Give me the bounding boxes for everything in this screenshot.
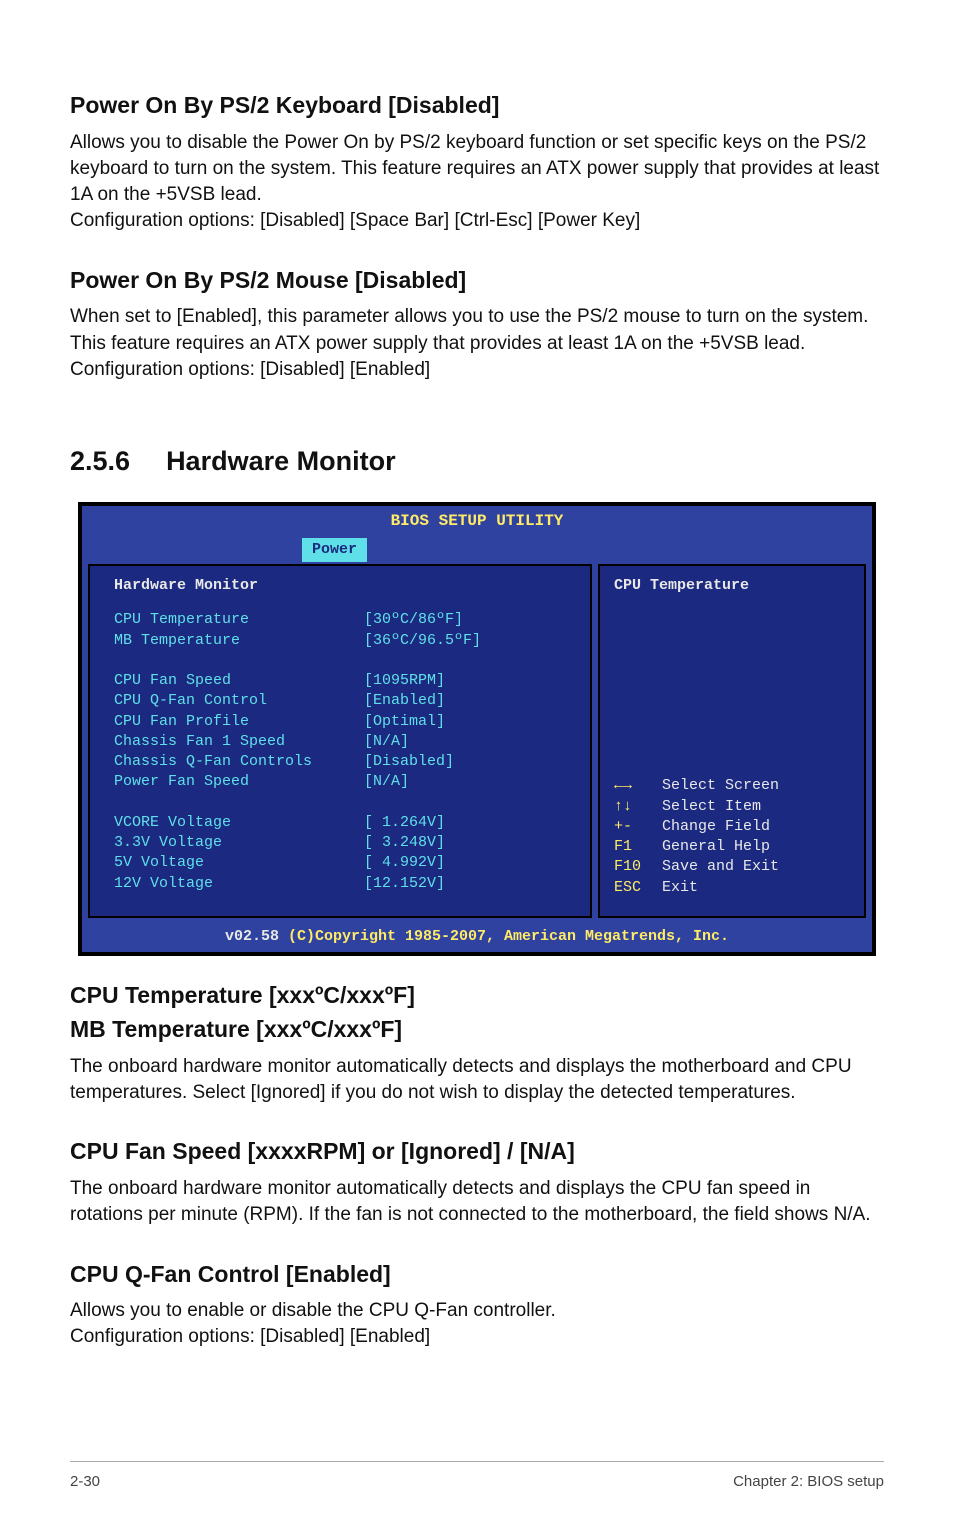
bios-row[interactable]: 5V Voltage[ 4.992V]: [114, 853, 572, 873]
bios-row-value: [ 3.248V]: [364, 833, 445, 853]
bios-row-label: Chassis Q-Fan Controls: [114, 752, 364, 772]
bios-row-label: CPU Q-Fan Control: [114, 691, 364, 711]
bios-row[interactable]: CPU Fan Speed[1095RPM]: [114, 671, 572, 691]
bios-help-key: ←→: [614, 776, 662, 796]
heading-mb-temp: MB Temperature [xxxºC/xxxºF]: [70, 1014, 884, 1046]
bios-row[interactable]: VCORE Voltage[ 1.264V]: [114, 813, 572, 833]
bios-row-value: [N/A]: [364, 732, 409, 752]
para-temperatures: The onboard hardware monitor automatical…: [70, 1054, 884, 1106]
bios-left-panel: Hardware Monitor CPU Temperature[30ºC/86…: [88, 564, 592, 918]
bios-footer-version: v02.58: [225, 928, 288, 945]
bios-help-line: +-Change Field: [614, 817, 854, 837]
bios-row-value: [36ºC/96.5ºF]: [364, 631, 481, 651]
bios-row[interactable]: 3.3V Voltage[ 3.248V]: [114, 833, 572, 853]
bios-help-label: Exit: [662, 878, 698, 898]
bios-help-label: Select Item: [662, 797, 761, 817]
bios-help-label: Save and Exit: [662, 857, 779, 877]
bios-help-key: ↑↓: [614, 797, 662, 817]
bios-row-value: [Enabled]: [364, 691, 445, 711]
heading-cpu-fan-speed: CPU Fan Speed [xxxxRPM] or [Ignored] / […: [70, 1136, 884, 1168]
bios-right-panel: CPU Temperature ←→Select Screen↑↓Select …: [598, 564, 866, 918]
bios-row[interactable]: 12V Voltage[12.152V]: [114, 874, 572, 894]
bios-row-label: 5V Voltage: [114, 853, 364, 873]
bios-row-label: CPU Fan Speed: [114, 671, 364, 691]
bios-row[interactable]: CPU Q-Fan Control[Enabled]: [114, 691, 572, 711]
bios-row-value: [Optimal]: [364, 712, 445, 732]
bios-help-label: General Help: [662, 837, 770, 857]
section-title: Hardware Monitor: [166, 443, 396, 480]
para-cpu-fan-speed: The onboard hardware monitor automatical…: [70, 1176, 884, 1228]
bios-row-label: CPU Fan Profile: [114, 712, 364, 732]
bios-rows: CPU Temperature[30ºC/86ºF]MB Temperature…: [114, 610, 572, 894]
bios-row[interactable]: CPU Fan Profile[Optimal]: [114, 712, 572, 732]
para-cpu-qfan: Allows you to enable or disable the CPU …: [70, 1298, 884, 1350]
heading-power-on-mouse: Power On By PS/2 Mouse [Disabled]: [70, 265, 884, 297]
heading-cpu-temp: CPU Temperature [xxxºC/xxxºF]: [70, 980, 884, 1012]
bios-help-label: Select Screen: [662, 776, 779, 796]
page-number: 2-30: [70, 1472, 100, 1493]
bios-footer: v02.58 (C)Copyright 1985-2007, American …: [82, 924, 872, 953]
bios-row-value: [30ºC/86ºF]: [364, 610, 463, 630]
bios-row-label: Chassis Fan 1 Speed: [114, 732, 364, 752]
bios-tab-bar: Power: [82, 535, 872, 564]
bios-row-label: MB Temperature: [114, 631, 364, 651]
bios-tab-power[interactable]: Power: [302, 538, 367, 562]
bios-row: [114, 651, 572, 671]
bios-help-key: ESC: [614, 878, 662, 898]
bios-help-key: F1: [614, 837, 662, 857]
bios-row[interactable]: Chassis Fan 1 Speed[N/A]: [114, 732, 572, 752]
bios-row-label: Power Fan Speed: [114, 772, 364, 792]
bios-row[interactable]: Power Fan Speed[N/A]: [114, 772, 572, 792]
bios-row-label: CPU Temperature: [114, 610, 364, 630]
bios-help-line: F1General Help: [614, 837, 854, 857]
bios-help-label: Change Field: [662, 817, 770, 837]
bios-row-value: [ 1.264V]: [364, 813, 445, 833]
bios-row: [114, 793, 572, 813]
bios-row[interactable]: CPU Temperature[30ºC/86ºF]: [114, 610, 572, 630]
bios-help-key: +-: [614, 817, 662, 837]
bios-row-value: [N/A]: [364, 772, 409, 792]
bios-row-value: [Disabled]: [364, 752, 454, 772]
bios-row-label: 12V Voltage: [114, 874, 364, 894]
bios-row-value: [1095RPM]: [364, 671, 445, 691]
para-power-on-keyboard: Allows you to disable the Power On by PS…: [70, 130, 884, 235]
bios-row[interactable]: MB Temperature[36ºC/96.5ºF]: [114, 631, 572, 651]
bios-footer-copyright: (C)Copyright 1985-2007, American Megatre…: [288, 928, 729, 945]
para-power-on-mouse: When set to [Enabled], this parameter al…: [70, 304, 884, 383]
bios-header-title: BIOS SETUP UTILITY: [82, 506, 872, 535]
section-number: 2.5.6: [70, 443, 130, 480]
bios-row-label: 3.3V Voltage: [114, 833, 364, 853]
heading-power-on-keyboard: Power On By PS/2 Keyboard [Disabled]: [70, 90, 884, 122]
bios-help-key: F10: [614, 857, 662, 877]
bios-panel-title: Hardware Monitor: [114, 576, 572, 596]
bios-row-value: [12.152V]: [364, 874, 445, 894]
bios-help-line: ←→Select Screen: [614, 776, 854, 796]
bios-context-help-title: CPU Temperature: [614, 576, 854, 597]
bios-screenshot: BIOS SETUP UTILITY Power Hardware Monito…: [78, 502, 876, 956]
section-hw-monitor-heading: 2.5.6 Hardware Monitor: [70, 443, 884, 480]
chapter-label: Chapter 2: BIOS setup: [733, 1472, 884, 1493]
heading-cpu-qfan: CPU Q-Fan Control [Enabled]: [70, 1259, 884, 1291]
bios-row[interactable]: Chassis Q-Fan Controls[Disabled]: [114, 752, 572, 772]
bios-row-value: [ 4.992V]: [364, 853, 445, 873]
bios-help-line: ↑↓Select Item: [614, 797, 854, 817]
bios-help-lines: ←→Select Screen↑↓Select Item+-Change Fie…: [614, 776, 854, 898]
bios-row-label: VCORE Voltage: [114, 813, 364, 833]
bios-help-line: ESCExit: [614, 878, 854, 898]
page-footer: 2-30 Chapter 2: BIOS setup: [70, 1461, 884, 1493]
bios-help-line: F10Save and Exit: [614, 857, 854, 877]
